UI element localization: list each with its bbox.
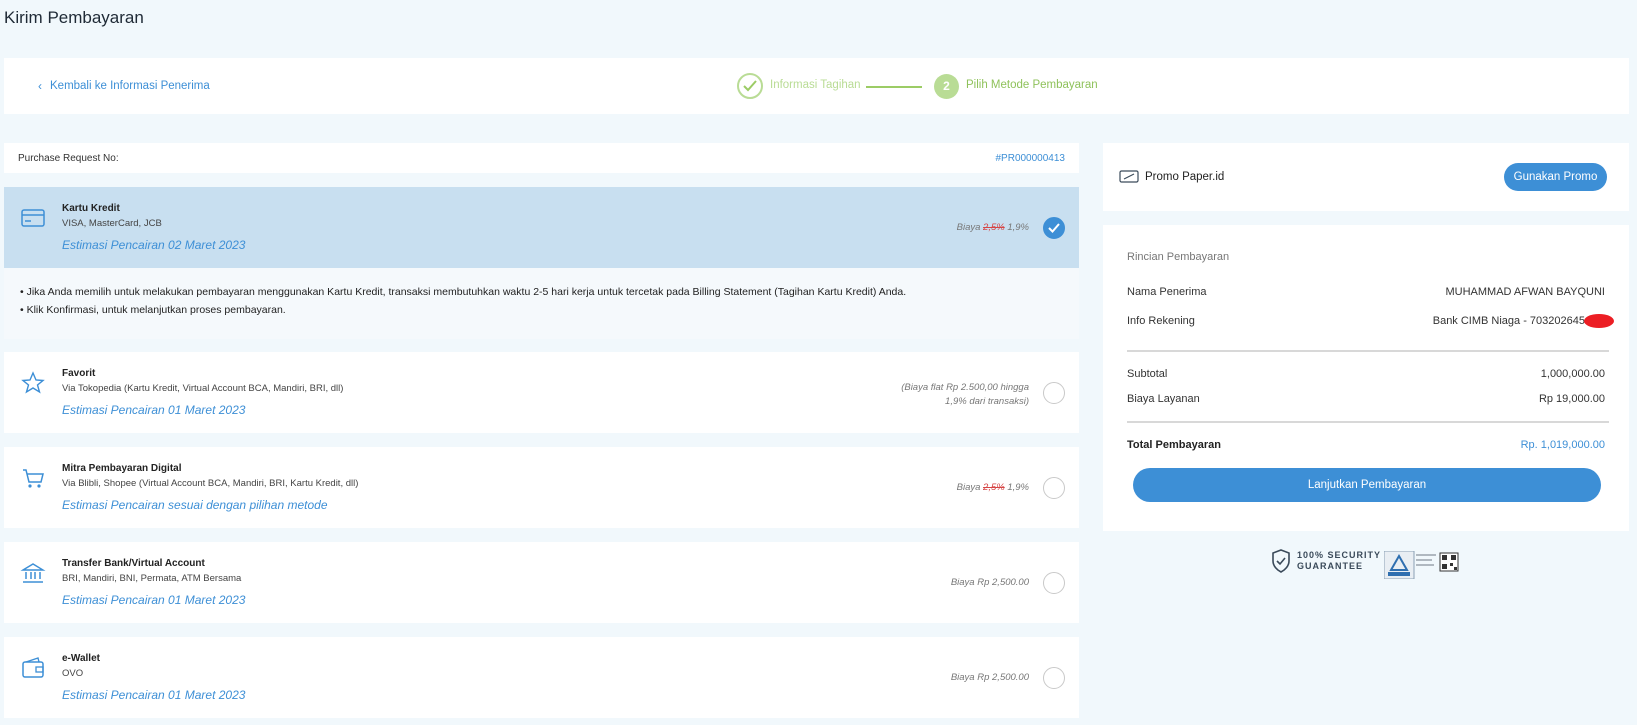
method-title: e-Wallet xyxy=(62,653,100,664)
method-estimate: Estimasi Pencairan 01 Maret 2023 xyxy=(62,688,246,702)
back-link-label: Kembali ke Informasi Penerima xyxy=(50,80,210,92)
fee-line: (Biaya flat Rp 2.500,00 hingga xyxy=(901,382,1029,393)
service-fee-label: Biaya Layanan xyxy=(1127,393,1200,405)
fee-prefix: Biaya xyxy=(956,482,981,493)
subtotal-value: 1,000,000.00 xyxy=(1540,368,1605,380)
account-label: Info Rekening xyxy=(1127,315,1195,327)
purchase-request-label: Purchase Request No: xyxy=(18,153,119,164)
purchase-request-number: #PR000000413 xyxy=(995,153,1065,164)
chevron-left-icon: ‹ xyxy=(38,79,42,93)
credit-card-icon xyxy=(21,209,45,227)
payment-method-ewallet[interactable]: e-Wallet OVO Estimasi Pencairan 01 Maret… xyxy=(4,637,1079,718)
method-fee: Biaya 2,5% 1,9% xyxy=(957,481,1029,495)
method-title: Kartu Kredit xyxy=(62,203,120,214)
note-item: Jika Anda memilih untuk melakukan pembay… xyxy=(20,286,907,298)
method-radio[interactable] xyxy=(1043,477,1065,499)
method-fee: Biaya 2,5% 1,9% xyxy=(957,221,1029,235)
method-fee: Biaya Rp 2,500.00 xyxy=(950,672,1029,683)
security-line1: 100% SECURITY xyxy=(1297,550,1382,560)
bank-icon xyxy=(20,563,46,583)
method-estimate: Estimasi Pencairan 02 Maret 2023 xyxy=(62,238,246,252)
back-to-recipient-link[interactable]: ‹ Kembali ke Informasi Penerima xyxy=(38,79,210,93)
service-fee-value: Rp 19,000.00 xyxy=(1538,393,1605,405)
voucher-icon xyxy=(1119,170,1139,183)
account-value: Bank CIMB Niaga - 703202645 xyxy=(1432,315,1585,327)
security-line2: GUARANTEE xyxy=(1297,561,1364,571)
method-radio[interactable] xyxy=(1043,572,1065,594)
method-estimate: Estimasi Pencairan 01 Maret 2023 xyxy=(62,593,246,607)
method-estimate: Estimasi Pencairan sesuai dengan pilihan… xyxy=(62,498,328,512)
method-subtitle: Via Tokopedia (Kartu Kredit, Virtual Acc… xyxy=(62,383,344,394)
shield-check-icon xyxy=(1272,549,1290,573)
check-icon xyxy=(1048,223,1060,233)
summary-divider xyxy=(1127,421,1609,423)
method-radio[interactable] xyxy=(1043,382,1065,404)
method-title: Transfer Bank/Virtual Account xyxy=(62,558,205,569)
redaction-mark xyxy=(1584,314,1614,328)
certification-badge-icon xyxy=(1384,551,1459,579)
payment-method-credit-card[interactable]: Kartu Kredit VISA, MasterCard, JCB Estim… xyxy=(4,187,1079,268)
payment-summary: Rincian Pembayaran Nama Penerima MUHAMMA… xyxy=(1103,225,1629,531)
star-icon xyxy=(21,371,45,394)
promo-label: Promo Paper.id xyxy=(1145,171,1225,183)
method-subtitle: VISA, MasterCard, JCB xyxy=(62,218,162,229)
note-item: Klik Konfirmasi, untuk melanjutkan prose… xyxy=(20,304,906,316)
fee-new: 1,9% xyxy=(1007,482,1029,493)
continue-payment-button[interactable]: Lanjutkan Pembayaran xyxy=(1133,468,1601,502)
total-value: Rp. 1,019,000.00 xyxy=(1520,439,1605,451)
payment-method-bank-transfer[interactable]: Transfer Bank/Virtual Account BRI, Mandi… xyxy=(4,542,1079,623)
summary-divider xyxy=(1127,350,1609,352)
fee-prefix: Biaya xyxy=(956,222,981,233)
summary-title: Rincian Pembayaran xyxy=(1127,251,1230,263)
purchase-request-bar: Purchase Request No: #PR000000413 xyxy=(4,143,1079,173)
payment-method-favorit[interactable]: Favorit Via Tokopedia (Kartu Kredit, Vir… xyxy=(4,352,1079,433)
wallet-icon xyxy=(22,657,44,678)
fee-new: 1,9% xyxy=(1007,222,1029,233)
total-label: Total Pembayaran xyxy=(1127,439,1221,451)
step1-label: Informasi Tagihan xyxy=(770,79,861,91)
promo-box: Promo Paper.id Gunakan Promo xyxy=(1103,143,1629,211)
subtotal-label: Subtotal xyxy=(1127,368,1168,380)
method-subtitle: OVO xyxy=(62,668,84,679)
method-subtitle: Via Blibli, Shopee (Virtual Account BCA,… xyxy=(62,478,359,489)
cart-icon xyxy=(23,469,44,488)
recipient-label: Nama Penerima xyxy=(1127,286,1207,298)
method-radio-checked[interactable] xyxy=(1043,217,1065,239)
method-title: Mitra Pembayaran Digital xyxy=(62,463,182,474)
method-title: Favorit xyxy=(62,368,96,379)
security-badge: 100% SECURITY GUARANTEE xyxy=(1271,549,1381,573)
method-fee: (Biaya flat Rp 2.500,00 hingga 1,9% dari… xyxy=(901,381,1029,409)
credit-card-notes: Jika Anda memilih untuk melakukan pembay… xyxy=(4,268,1079,339)
security-text: 100% SECURITY GUARANTEE xyxy=(1297,550,1381,572)
payment-method-digital-partner[interactable]: Mitra Pembayaran Digital Via Blibli, Sho… xyxy=(4,447,1079,528)
method-estimate: Estimasi Pencairan 01 Maret 2023 xyxy=(62,403,246,417)
method-subtitle: BRI, Mandiri, BNI, Permata, ATM Bersama xyxy=(62,573,242,584)
recipient-value: MUHAMMAD AFWAN BAYQUNI xyxy=(1445,286,1605,298)
use-promo-button[interactable]: Gunakan Promo xyxy=(1504,163,1607,191)
fee-old: 2,5% xyxy=(983,482,1005,493)
step2-number: 2 xyxy=(934,74,959,99)
page-title: Kirim Pembayaran xyxy=(4,8,144,27)
method-fee: Biaya Rp 2,500.00 xyxy=(950,577,1029,588)
fee-old: 2,5% xyxy=(983,222,1005,233)
fee-line: 1,9% dari transaksi) xyxy=(945,396,1029,407)
step2-label: Pilih Metode Pembayaran xyxy=(966,79,1098,91)
method-radio[interactable] xyxy=(1043,667,1065,689)
step-connector xyxy=(866,86,922,88)
step1-check-icon xyxy=(737,73,763,99)
